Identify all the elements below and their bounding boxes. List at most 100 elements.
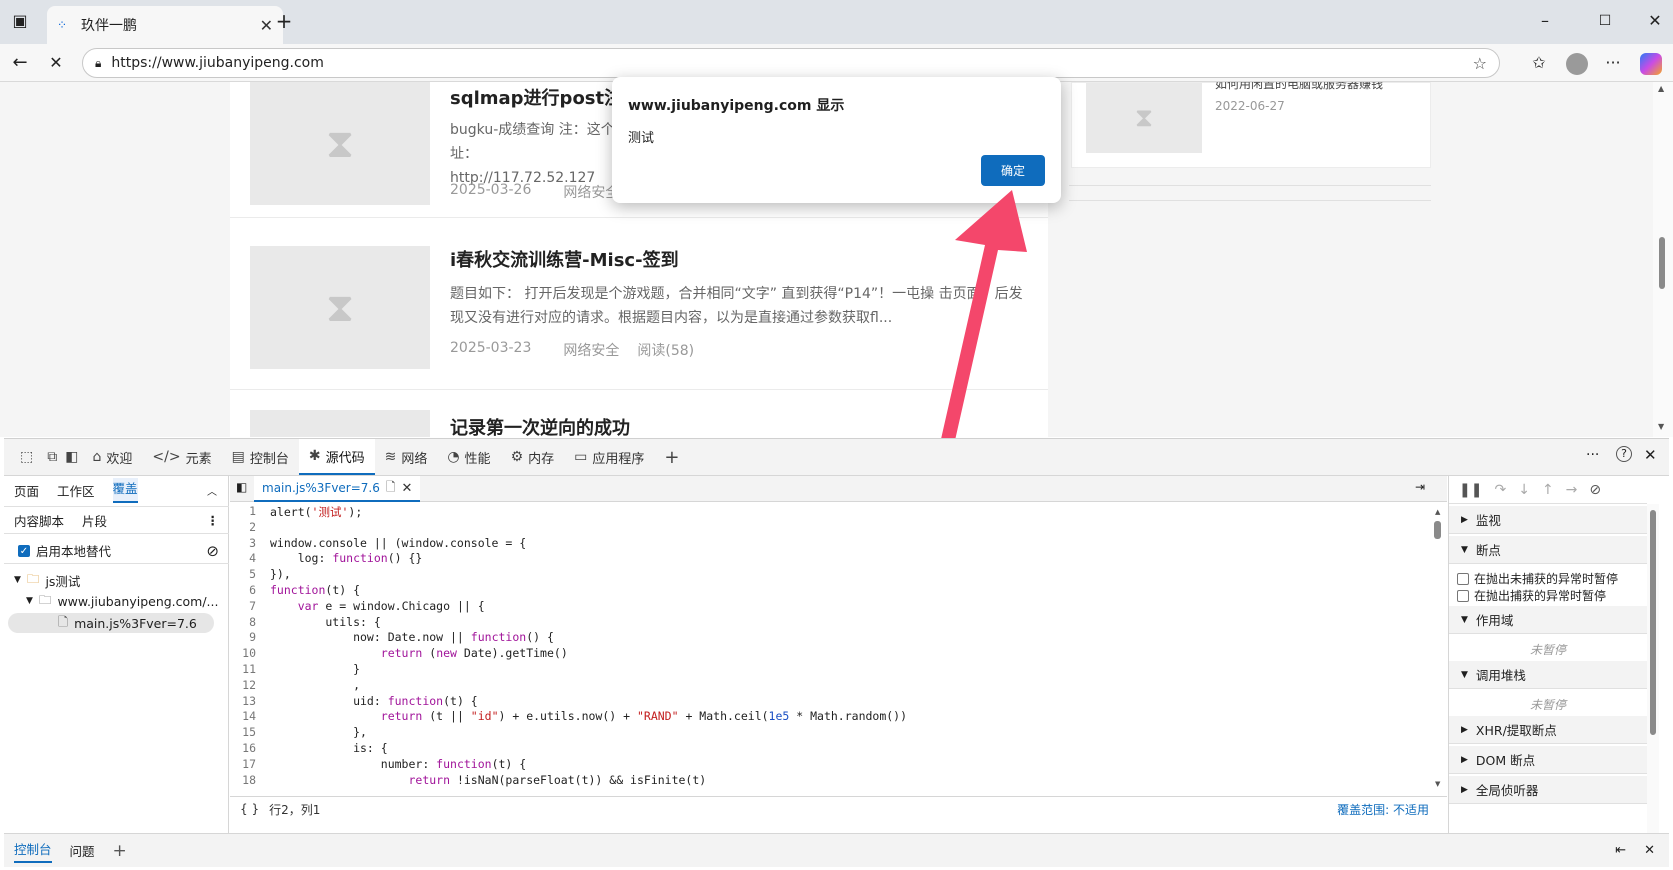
code-line[interactable]: 13 uid: function(t) {	[230, 694, 478, 711]
pause-caught-checkbox[interactable]	[1457, 589, 1469, 602]
line-number[interactable]: 11	[230, 662, 270, 679]
site-info-icon[interactable]: 🔒︎	[95, 56, 101, 71]
side-post-title[interactable]: 如何用闲置的电脑或服务器赚钱	[1215, 82, 1383, 92]
section-xhr-breakpoints[interactable]: ▶ XHR/提取断点	[1449, 716, 1647, 744]
tab-elements[interactable]: </> 元素	[142, 439, 221, 475]
toggle-navigator-icon[interactable]: ◧	[236, 480, 247, 494]
line-number[interactable]: 8	[230, 615, 270, 632]
close-window-icon[interactable]: ✕	[1643, 9, 1667, 33]
pause-uncaught-checkbox[interactable]	[1457, 572, 1469, 585]
line-number[interactable]: 13	[230, 694, 270, 711]
section-global-listeners[interactable]: ▶ 全局侦听器	[1449, 776, 1647, 804]
drawer-add-icon[interactable]: +	[113, 841, 127, 861]
code-line[interactable]: 5}),	[230, 567, 291, 584]
code-line[interactable]: 2	[230, 520, 270, 537]
scrollbar-thumb[interactable]	[1650, 510, 1656, 735]
line-number[interactable]: 15	[230, 725, 270, 742]
editor-file-tab[interactable]: main.js%3Fver=7.6 🗋︎ ✕	[254, 476, 421, 502]
section-breakpoints[interactable]: ▼ 断点	[1449, 536, 1647, 564]
tab-content-scripts[interactable]: 内容脚本	[14, 511, 64, 530]
profile-avatar[interactable]	[1566, 53, 1588, 75]
add-tab-icon[interactable]: +	[654, 439, 689, 475]
line-number[interactable]: 2	[230, 520, 270, 537]
section-call-stack[interactable]: ▼ 调用堆栈	[1449, 661, 1647, 689]
tab-application[interactable]: ▭ 应用程序	[564, 439, 654, 475]
page-scrollbar[interactable]: ▲ ▼	[1653, 82, 1673, 437]
tab-memory[interactable]: ⚙ 内存	[501, 439, 565, 475]
tab-welcome[interactable]: ⌂ 欢迎	[82, 439, 142, 475]
drawer-close-icon[interactable]: ✕	[1644, 843, 1655, 858]
code-line[interactable]: 11 }	[230, 662, 360, 679]
post-thumbnail[interactable]: ⧗	[250, 82, 430, 205]
close-file-icon[interactable]: ✕	[402, 481, 413, 496]
line-number[interactable]: 3	[230, 536, 270, 553]
favorites-icon[interactable]: ✩	[1527, 51, 1551, 75]
line-number[interactable]: 4	[230, 551, 270, 568]
dock-icon[interactable]: ◧	[61, 439, 82, 475]
close-tab-icon[interactable]: ✕	[260, 16, 273, 35]
coverage-link[interactable]: 覆盖范围: 不适用	[1337, 801, 1429, 818]
more-tools-icon[interactable]: ···	[1586, 447, 1599, 463]
inspect-icon[interactable]: ⧉	[43, 439, 61, 475]
new-tab-icon[interactable]: +	[272, 9, 296, 33]
post-title[interactable]: i春秋交流训练营-Misc-签到	[450, 246, 679, 272]
code-line[interactable]: 17 number: function(t) {	[230, 757, 526, 774]
sidebar-toggle-icon[interactable]: ▣	[8, 9, 32, 33]
scroll-up-icon[interactable]: ▲	[1658, 84, 1664, 93]
deactivate-breakpoints-icon[interactable]: ⊘	[1589, 482, 1601, 498]
tab-snippets[interactable]: 片段	[82, 511, 107, 530]
toggle-debugger-icon[interactable]: ⇥	[1415, 480, 1425, 494]
copilot-icon[interactable]	[1640, 53, 1662, 75]
scroll-up-icon[interactable]: ▲	[1435, 508, 1440, 516]
code-line[interactable]: 3 window.console || (window.console = {	[230, 536, 526, 553]
drawer-tab-console[interactable]: 控制台	[14, 839, 52, 863]
code-line[interactable]: 10 return (new Date).getTime()	[230, 646, 568, 663]
tab-performance[interactable]: ◔ 性能	[437, 439, 500, 475]
step-over-icon[interactable]: ↷	[1494, 482, 1506, 498]
back-icon[interactable]: ←	[8, 51, 32, 75]
code-line[interactable]: 6 function(t) {	[230, 583, 360, 600]
tree-item-domain[interactable]: ▼ 🗀︎ www.jiubanyipeng.com/...	[4, 591, 229, 611]
code-line[interactable]: 16 is: {	[230, 741, 388, 758]
line-number[interactable]: 16	[230, 741, 270, 758]
code-line[interactable]: 15 },	[230, 725, 367, 742]
line-number[interactable]: 10	[230, 646, 270, 663]
post-title[interactable]: 记录第一次逆向的成功	[450, 414, 630, 437]
more-menu-icon[interactable]: ···	[1601, 51, 1625, 75]
line-number[interactable]: 12	[230, 678, 270, 695]
line-number[interactable]: 5	[230, 567, 270, 584]
step-icon[interactable]: →	[1566, 482, 1578, 498]
debugger-scrollbar[interactable]	[1647, 504, 1659, 833]
post-thumbnail[interactable]: ⧗	[250, 246, 430, 369]
maximize-icon[interactable]: ☐	[1593, 9, 1617, 33]
close-devtools-icon[interactable]: ✕	[1644, 446, 1657, 464]
post-category[interactable]: 网络安全	[563, 340, 619, 360]
drawer-dock-icon[interactable]: ⇤	[1615, 843, 1626, 858]
device-toolbar-icon[interactable]: ⬚	[10, 439, 43, 475]
tab-network[interactable]: ≋ 网络	[375, 439, 438, 475]
tab-overrides[interactable]: 覆盖	[112, 477, 138, 503]
tab-workspace[interactable]: 工作区	[57, 481, 95, 500]
line-number[interactable]: 14	[230, 709, 270, 726]
tab-console[interactable]: ▤ 控制台	[222, 439, 299, 475]
step-into-icon[interactable]: ↓	[1518, 482, 1530, 498]
clear-overrides-icon[interactable]: ⊘	[206, 542, 219, 560]
section-watch[interactable]: ▶ 监视	[1449, 506, 1647, 534]
section-dom-breakpoints[interactable]: ▶ DOM 断点	[1449, 746, 1647, 774]
line-number[interactable]: 17	[230, 757, 270, 774]
code-area[interactable]: 1 alert('测试'); 2 3 window.console || (window…	[230, 504, 1430, 794]
pretty-print-icon[interactable]: { }	[240, 802, 259, 816]
code-line[interactable]: 9 now: Date.now || function() {	[230, 630, 554, 647]
post-category[interactable]: 网络安全	[563, 182, 619, 202]
expand-arrow-icon[interactable]: ▼	[26, 596, 33, 606]
tab-sources[interactable]: ✱ 源代码	[298, 439, 375, 475]
tab-page[interactable]: 页面	[14, 481, 39, 500]
line-number[interactable]: 7	[230, 599, 270, 616]
scrollbar-thumb[interactable]	[1434, 521, 1441, 539]
navigator-menu-icon[interactable]: ⋮	[207, 513, 220, 528]
side-thumbnail[interactable]: ⧗	[1086, 83, 1202, 153]
ok-button[interactable]: 确定	[981, 155, 1045, 186]
line-number[interactable]: 9	[230, 630, 270, 647]
address-bar[interactable]: 🔒︎ https://www.jiubanyipeng.com ☆	[82, 48, 1500, 78]
code-line[interactable]: 4 log: function() {}	[230, 551, 422, 568]
